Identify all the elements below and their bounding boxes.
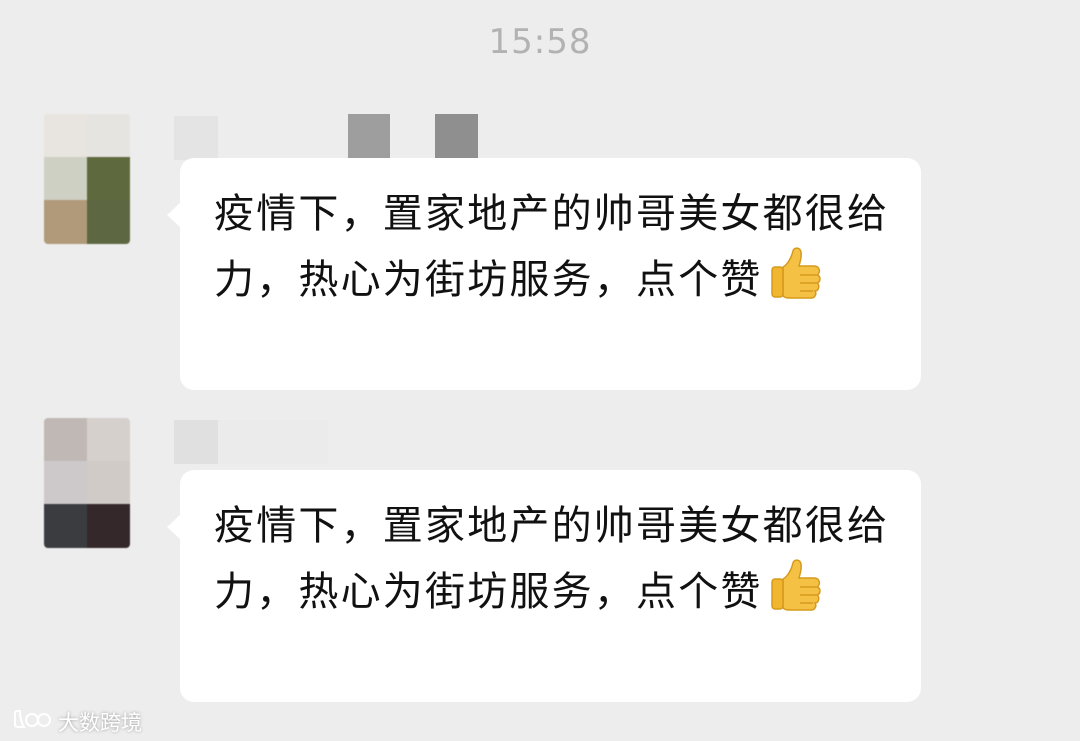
avatar[interactable] bbox=[44, 418, 130, 548]
avatar-pixel bbox=[87, 114, 130, 157]
thumbs-up-icon bbox=[767, 245, 823, 317]
avatar-pixel bbox=[87, 418, 130, 461]
message-bubble[interactable]: 疫情下，置家地产的帅哥美女都很给力，热心为街坊服务，点个赞 bbox=[167, 470, 921, 702]
watermark-text: 大数跨境 bbox=[58, 711, 142, 735]
avatar[interactable] bbox=[44, 114, 130, 244]
avatar-pixel bbox=[44, 157, 87, 200]
message-text-block: 疫情下，置家地产的帅哥美女都很给力，热心为街坊服务，点个赞 bbox=[214, 496, 891, 629]
avatar-pixel bbox=[87, 504, 130, 548]
avatar-pixel bbox=[44, 114, 87, 157]
message-bubble[interactable]: 疫情下，置家地产的帅哥美女都很给力，热心为街坊服务，点个赞 bbox=[167, 158, 921, 390]
avatar-pixel bbox=[44, 461, 87, 504]
avatar-pixel bbox=[87, 157, 130, 200]
thumbs-up-icon bbox=[767, 557, 823, 629]
watermark: 大数跨境 bbox=[12, 707, 142, 737]
avatar-pixel bbox=[44, 200, 87, 244]
avatar-pixel bbox=[44, 418, 87, 461]
avatar-pixel bbox=[87, 200, 130, 244]
avatar-pixel bbox=[44, 504, 87, 548]
message-text-block: 疫情下，置家地产的帅哥美女都很给力，热心为街坊服务，点个赞 bbox=[214, 184, 891, 317]
message-timestamp: 15:58 bbox=[488, 22, 592, 62]
avatar-pixel bbox=[87, 461, 130, 504]
brand-logo-icon bbox=[12, 709, 52, 736]
